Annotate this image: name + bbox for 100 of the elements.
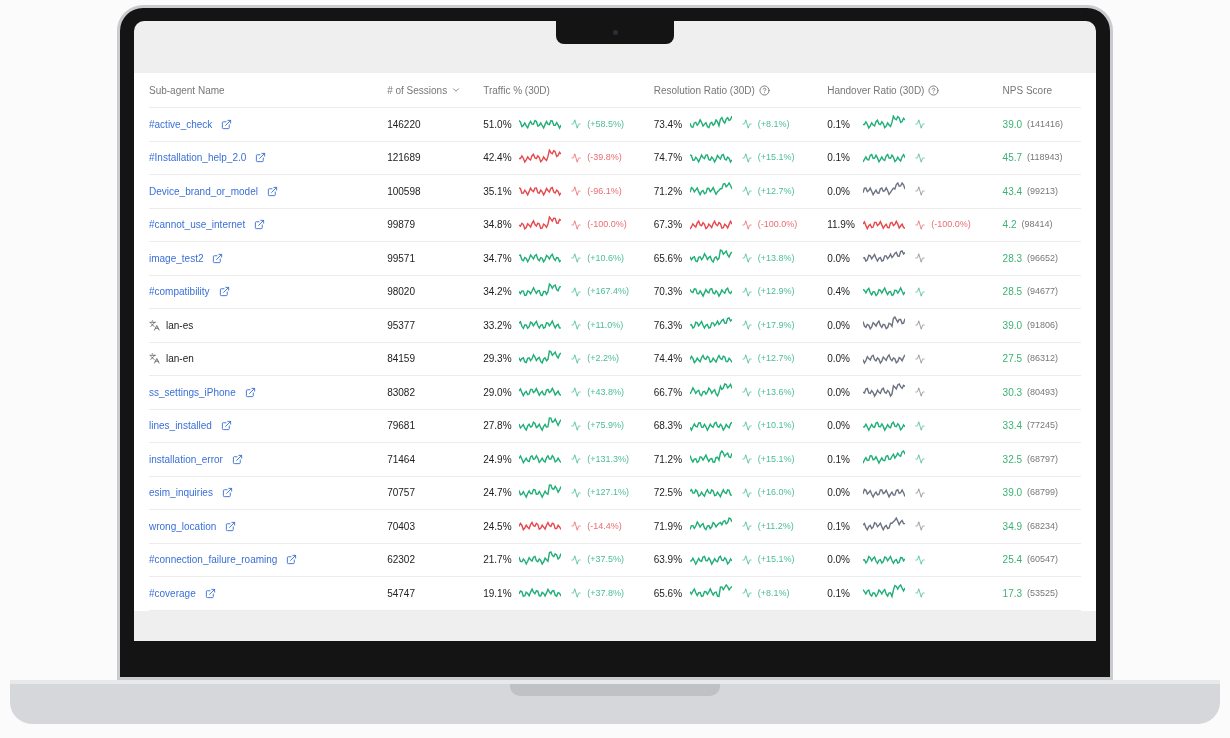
agent-link[interactable]: esim_inquiries <box>149 485 213 501</box>
agent-link[interactable]: installation_error <box>149 451 223 467</box>
response-count: (94677) <box>1027 285 1059 298</box>
nps-score: 34.9 <box>1002 519 1023 534</box>
external-link-icon[interactable] <box>266 185 278 197</box>
metric-value: 19.1% <box>483 586 513 601</box>
activity-icon <box>741 320 752 331</box>
external-link-icon[interactable] <box>231 453 243 465</box>
column-header[interactable]: Traffic % (30D) <box>483 82 550 98</box>
metric-value: 29.0% <box>483 385 513 400</box>
agent-link[interactable]: #compatibility <box>149 284 210 300</box>
agent-link[interactable]: #Installation_help_2.0 <box>149 150 247 166</box>
agent-link[interactable]: image_test2 <box>149 250 204 266</box>
activity-icon <box>571 253 582 264</box>
activity-icon <box>571 521 582 532</box>
external-link-icon[interactable] <box>204 587 216 599</box>
metric-value: 0.0% <box>827 553 851 568</box>
column-header[interactable]: # of Sessions <box>387 82 448 98</box>
metric-value: 63.9% <box>653 553 684 568</box>
sessions-count: 146220 <box>387 118 421 130</box>
response-count: (98414) <box>1021 218 1053 231</box>
activity-icon <box>915 320 926 331</box>
column-header[interactable]: Sub-agent Name <box>149 82 225 98</box>
sort-caret-icon[interactable] <box>451 85 462 95</box>
nps-score: 27.5 <box>1002 352 1023 367</box>
agent-link[interactable]: #coverage <box>149 585 196 601</box>
metric-value: 0.0% <box>827 184 851 199</box>
response-count: (91806) <box>1027 318 1059 332</box>
activity-icon <box>571 286 582 297</box>
activity-icon <box>571 487 582 498</box>
external-link-icon[interactable] <box>286 554 298 566</box>
external-link-icon[interactable] <box>221 118 233 130</box>
sessions-count: 99571 <box>387 252 415 264</box>
metric-value: 0.0% <box>827 352 851 367</box>
metric-value: 73.4% <box>653 117 684 132</box>
response-count: (68234) <box>1027 519 1059 533</box>
activity-icon <box>571 554 582 565</box>
change-value: (+17.9%) <box>757 318 795 332</box>
agent-link[interactable]: #cannot_use_internet <box>149 217 246 233</box>
help-icon[interactable] <box>758 84 770 96</box>
change-value: (+12.7%) <box>757 352 795 365</box>
nps-score: 28.5 <box>1002 285 1023 300</box>
change-value: (+13.6%) <box>757 385 795 399</box>
activity-icon <box>915 286 926 297</box>
help-icon[interactable] <box>928 84 940 96</box>
external-link-icon[interactable] <box>212 252 224 264</box>
metric-value: 71.2% <box>653 184 684 199</box>
metric-value: 67.3% <box>653 218 684 233</box>
change-value: (+2.2%) <box>587 352 619 365</box>
column-header[interactable]: NPS Score <box>1002 82 1053 98</box>
response-count: (60547) <box>1027 553 1059 566</box>
agent-link[interactable]: #connection_failure_roaming <box>149 552 278 568</box>
change-value: (+15.1%) <box>757 151 795 164</box>
activity-icon <box>915 186 926 197</box>
activity-icon <box>741 186 752 197</box>
activity-icon <box>915 487 926 498</box>
metric-value: 11.9% <box>827 218 856 233</box>
external-link-icon[interactable] <box>254 219 266 231</box>
external-link-icon[interactable] <box>244 386 256 398</box>
activity-icon <box>571 454 582 465</box>
change-value: (+37.5%) <box>587 553 624 566</box>
metric-value: 42.4% <box>483 151 513 166</box>
response-count: (68799) <box>1027 486 1059 499</box>
response-count: (80493) <box>1027 385 1059 399</box>
change-value: (+15.1%) <box>757 452 795 466</box>
change-value: (-100.0%) <box>757 218 798 231</box>
activity-icon <box>741 420 752 431</box>
nps-score: 32.5 <box>1002 452 1023 467</box>
agent-link[interactable]: ss_settings_iPhone <box>149 384 236 400</box>
agent-link[interactable]: lines_installed <box>149 418 212 434</box>
response-count: (68797) <box>1027 452 1059 466</box>
sessions-count: 84159 <box>387 353 415 365</box>
sessions-count: 70757 <box>387 487 415 499</box>
external-link-icon[interactable] <box>221 487 233 499</box>
column-header[interactable]: Resolution Ratio (30D) <box>653 82 755 98</box>
response-count: (77245) <box>1027 419 1059 432</box>
response-count: (53525) <box>1027 586 1059 600</box>
external-link-icon[interactable] <box>218 286 230 298</box>
activity-icon <box>915 387 926 398</box>
metric-value: 0.1% <box>827 117 851 132</box>
activity-icon <box>915 454 926 465</box>
external-link-icon[interactable] <box>255 152 267 164</box>
external-link-icon[interactable] <box>225 520 237 532</box>
external-link-icon[interactable] <box>220 420 232 432</box>
metric-value: 34.2% <box>483 285 513 300</box>
sessions-count: 95377 <box>387 319 415 331</box>
response-count: (118943) <box>1027 151 1063 164</box>
metric-value: 68.3% <box>653 419 684 434</box>
agent-link[interactable]: wrong_location <box>149 518 217 534</box>
activity-icon <box>915 521 926 532</box>
agent-link[interactable]: Device_brand_or_model <box>149 183 258 199</box>
agent-link[interactable]: #active_check <box>149 116 213 132</box>
change-value: (+13.8%) <box>757 251 795 265</box>
response-count: (96652) <box>1027 251 1059 265</box>
activity-icon <box>915 588 926 599</box>
metric-value: 71.9% <box>653 519 684 534</box>
metric-value: 21.7% <box>483 553 513 568</box>
response-count: (99213) <box>1027 184 1059 198</box>
change-value: (-39.8%) <box>587 151 622 164</box>
column-header[interactable]: Handover Ratio (30D) <box>827 82 925 98</box>
